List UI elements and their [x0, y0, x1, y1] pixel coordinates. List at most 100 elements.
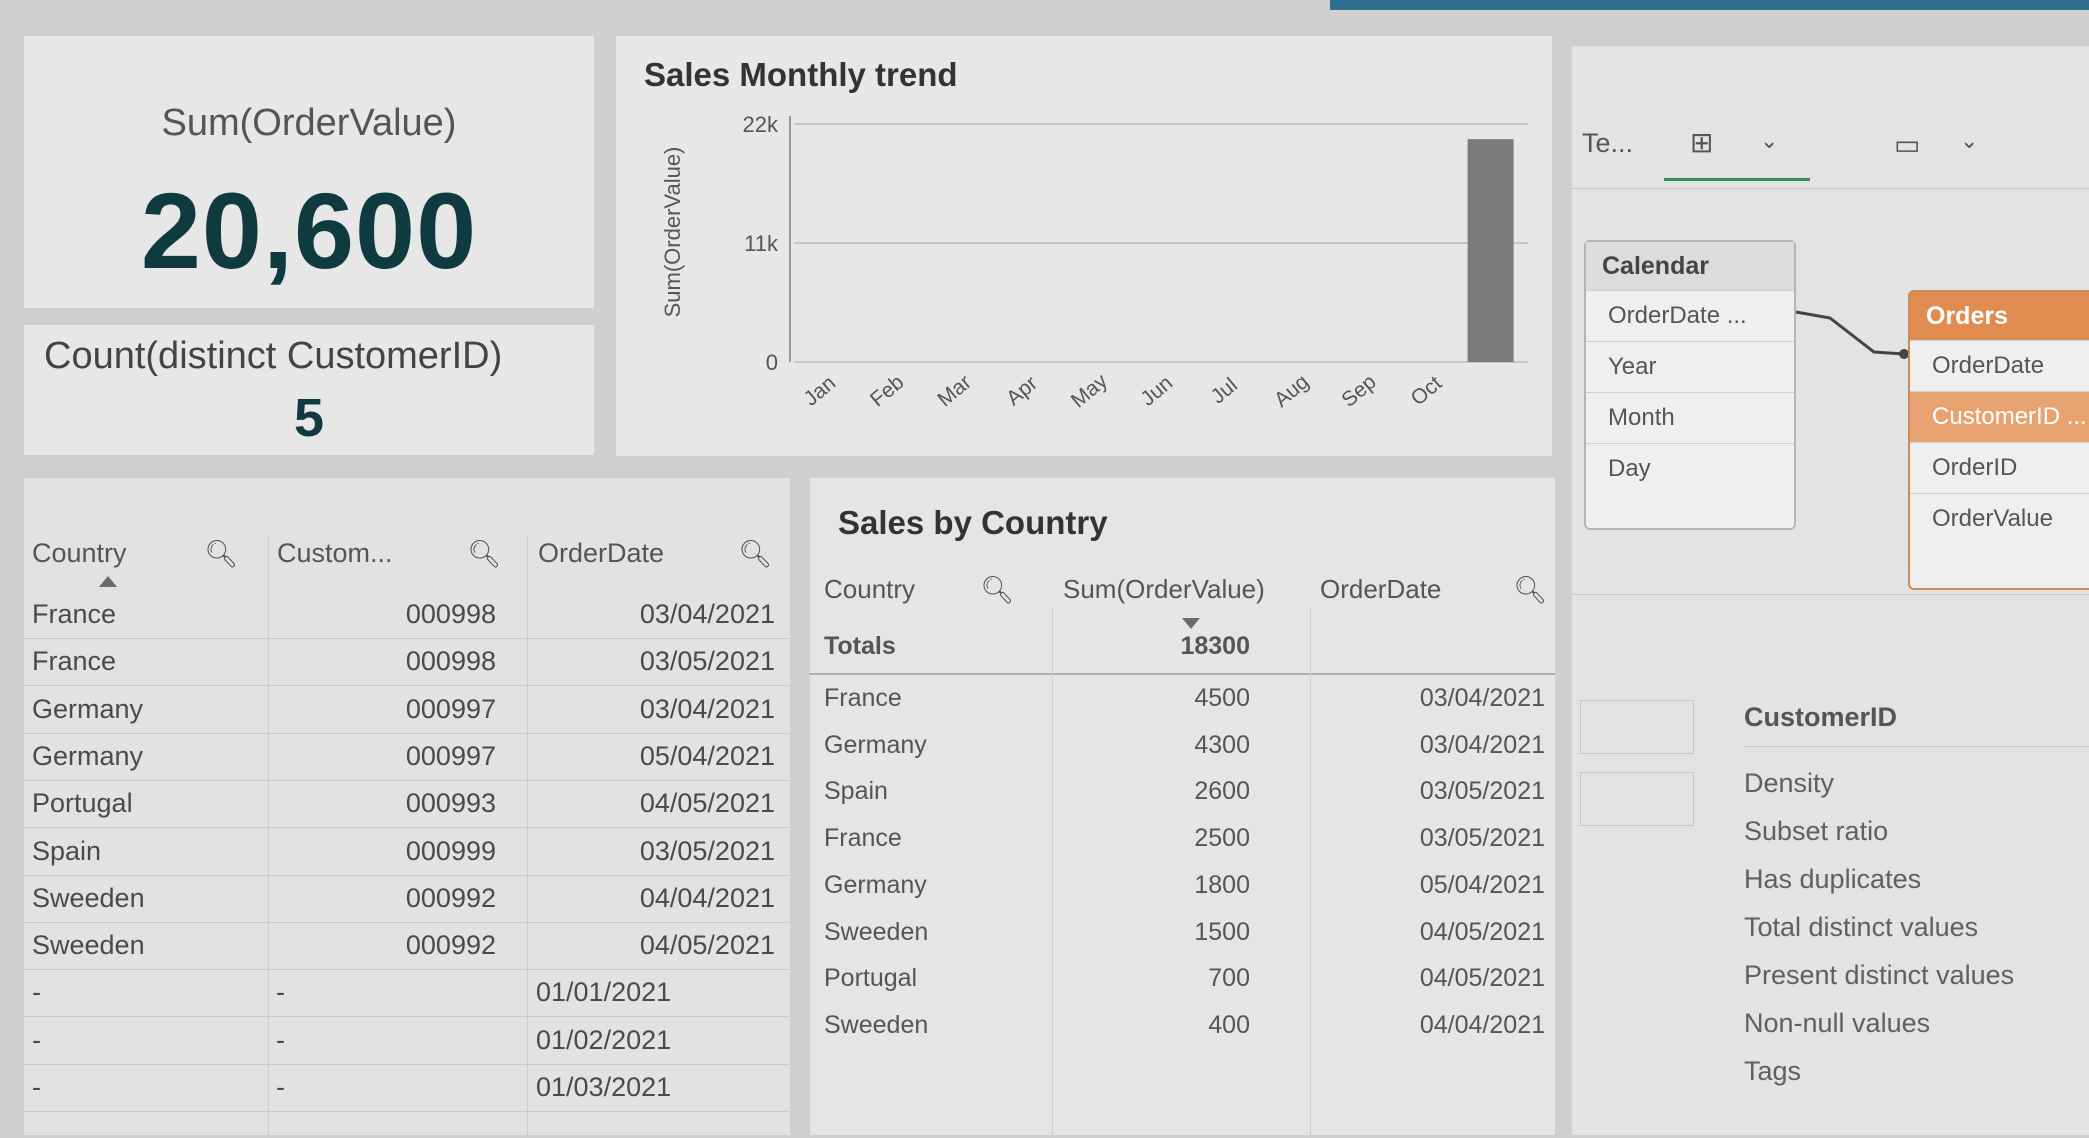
table-card-calendar[interactable]: Calendar OrderDate ... Year Month Day [1584, 240, 1796, 530]
cell-orderdate: 04/05/2021 [1419, 964, 1545, 993]
y-axis-label: Sum(OrderValue) [660, 147, 685, 318]
cell-orderdate: 03/04/2021 [1419, 684, 1545, 712]
table-row[interactable]: Sweeden 000992 04/04/2021 [24, 880, 790, 924]
orders-table[interactable]: Country 🔍︎ Custom... 🔍︎ OrderDate 🔍︎ Fra… [24, 478, 790, 1136]
row-divider [24, 969, 790, 971]
field-item-selected[interactable]: CustomerID ... [1910, 391, 2089, 442]
table-row[interactable]: France 2500 03/05/2021 [810, 820, 1555, 864]
row-divider [24, 827, 790, 829]
cell-orderdate: 05/04/2021 [639, 740, 775, 771]
search-icon[interactable]: 🔍︎ [467, 538, 501, 588]
cell-country: France [32, 646, 117, 677]
table-row[interactable]: Sweeden 1500 04/05/2021 [810, 914, 1555, 958]
table-row[interactable]: - - 01/03/2021 [24, 1069, 790, 1113]
cell-country: Germany [824, 730, 927, 759]
table-row[interactable]: Portugal 700 04/05/2021 [810, 960, 1555, 1004]
cell-sum-ordervalue: 2500 [1194, 824, 1250, 853]
cell-orderdate: 04/04/2021 [639, 882, 775, 913]
column-header-label: Country [32, 538, 127, 568]
property-item: Non-null values [1744, 1008, 1931, 1038]
totals-label: Totals [824, 632, 896, 660]
cell-country: Sweeden [32, 882, 145, 913]
column-header-country[interactable]: Country [824, 574, 915, 605]
column-header-customer[interactable]: Custom... [277, 538, 393, 588]
cell-country: Germany [32, 740, 144, 771]
table-row[interactable]: Germany 4300 03/04/2021 [810, 727, 1555, 771]
table-row[interactable]: Germany 000997 03/04/2021 [24, 691, 790, 735]
cell-customer: 000998 [405, 646, 496, 677]
toolbar-divider [1572, 188, 2089, 189]
cell-customer: 000999 [405, 835, 496, 866]
field-item[interactable]: OrderValue [1910, 493, 2089, 544]
field-item[interactable]: Month [1586, 392, 1794, 443]
table-row[interactable]: - - 01/01/2021 [24, 974, 790, 1018]
cell-orderdate: 03/04/2021 [639, 599, 775, 629]
cell-country: Portugal [824, 964, 918, 993]
data-model-viewer: Te... ⊞ ⌄ ▭ ⌄ Calendar OrderDate ... Yea… [1572, 46, 2089, 1135]
table-row[interactable]: Portugal 000993 04/05/2021 [24, 785, 790, 829]
table-title: Sales by Country [838, 504, 1108, 541]
cell-country: - [32, 1024, 41, 1055]
row-divider [24, 921, 790, 923]
field-item[interactable]: Year [1586, 341, 1794, 392]
table-row[interactable]: France 000998 03/04/2021 [24, 596, 790, 640]
property-item: Has duplicates [1744, 864, 1922, 894]
row-divider [24, 779, 790, 781]
field-item[interactable]: Day [1586, 443, 1794, 494]
kpi-distinct-customers[interactable]: Count(distinct CustomerID) 5 [24, 325, 594, 455]
layout-icon[interactable]: ⊞ [1690, 126, 1713, 159]
sales-by-country-table[interactable]: Sales by Country Country 🔍︎ Sum(OrderVal… [810, 478, 1555, 1138]
bar-oct[interactable] [1467, 139, 1514, 362]
table-row[interactable]: France 4500 03/04/2021 [810, 680, 1555, 724]
search-icon[interactable]: 🔍︎ [1513, 574, 1547, 606]
sales-monthly-trend-chart[interactable]: Sales Monthly trend Sum(OrderValue) 22k 1… [616, 36, 1552, 456]
cell-orderdate: 03/05/2021 [1419, 824, 1545, 853]
property-item: Present distinct values [1744, 960, 2015, 990]
search-icon[interactable]: 🔍︎ [204, 538, 238, 588]
column-header-orderdate[interactable]: OrderDate [1320, 574, 1441, 605]
field-item[interactable]: OrderDate ... [1586, 290, 1794, 341]
row-divider [24, 1016, 790, 1018]
chevron-down-icon[interactable]: ⌄ [1760, 128, 1778, 154]
cell-customer: 000998 [405, 599, 496, 629]
card-title: Calendar [1586, 242, 1794, 290]
column-header-sum-ordervalue[interactable]: Sum(OrderValue) [1063, 574, 1265, 605]
chevron-down-icon[interactable]: ⌄ [1960, 128, 1978, 154]
properties-title: CustomerID [1744, 702, 1898, 732]
totals-value: 18300 [1180, 632, 1250, 660]
cell-sum-ordervalue: 1500 [1194, 917, 1250, 946]
table-row[interactable]: Germany 1800 05/04/2021 [810, 867, 1555, 911]
field-item[interactable]: OrderDate [1910, 340, 2089, 391]
table-row[interactable]: Spain 2600 03/05/2021 [810, 773, 1555, 817]
cell-customer: 000993 [405, 788, 496, 819]
x-tick-label: Feb [866, 371, 909, 412]
top-accent-strip [1330, 0, 2089, 10]
table-row[interactable]: - - 01/02/2021 [24, 1022, 790, 1066]
table-row[interactable]: Sweeden 000992 04/05/2021 [24, 927, 790, 971]
preview-icon[interactable]: ▭ [1894, 128, 1920, 161]
table-card-orders[interactable]: Orders OrderDate CustomerID ... OrderID … [1908, 290, 2089, 590]
search-icon[interactable]: 🔍︎ [738, 538, 772, 588]
cell-orderdate: 04/04/2021 [1419, 1010, 1545, 1039]
cell-customer: - [276, 977, 285, 1008]
table-row[interactable]: Spain 000999 03/05/2021 [24, 833, 790, 877]
x-tick-label: Mar [933, 371, 975, 412]
table-row[interactable]: France 000998 03/05/2021 [24, 643, 790, 687]
cell-orderdate: 05/04/2021 [1419, 870, 1545, 899]
x-tick-label: Jun [1136, 371, 1177, 410]
table-row[interactable]: Sweeden 400 04/04/2021 [810, 1007, 1555, 1051]
kpi-value: 5 [293, 388, 325, 448]
card-title: Orders [1910, 292, 2089, 340]
cell-sum-ordervalue: 4500 [1194, 684, 1250, 712]
search-icon[interactable]: 🔍︎ [980, 574, 1014, 606]
y-tick-label: 0 [766, 350, 778, 375]
kpi-total-order-value[interactable]: Sum(OrderValue) 20,600 [24, 36, 594, 308]
cell-orderdate: 03/04/2021 [639, 693, 775, 724]
table-row[interactable]: Germany 000997 05/04/2021 [24, 738, 790, 782]
cell-country: - [32, 977, 41, 1008]
cell-country: France [32, 599, 117, 629]
column-header-orderdate[interactable]: OrderDate [538, 538, 664, 588]
tab-label[interactable]: Te... [1582, 128, 1633, 159]
field-item[interactable]: OrderID [1910, 442, 2089, 493]
kpi-label: Sum(OrderValue) [161, 102, 457, 144]
